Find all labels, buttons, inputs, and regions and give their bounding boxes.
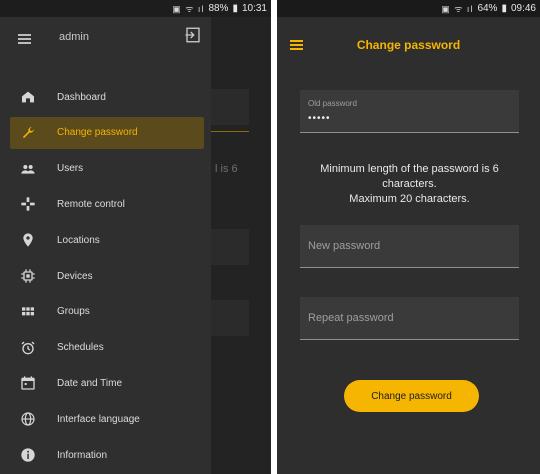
drawer-item-label: Dashboard: [57, 91, 106, 103]
app-bar: Change password: [277, 17, 540, 61]
globe-icon: [8, 411, 48, 427]
status-time: 09:46: [510, 3, 536, 14]
calendar-icon: [8, 375, 48, 391]
info-icon: [8, 447, 48, 463]
logout-icon[interactable]: [184, 26, 202, 44]
drawer-item-change-password[interactable]: Change password: [8, 116, 204, 149]
remote-control-icon: [8, 196, 48, 212]
background-app-dimmed: l is 6: [211, 17, 271, 474]
repeat-password-field[interactable]: Repeat password: [300, 297, 519, 340]
drawer-header: admin: [0, 17, 211, 62]
menu-icon[interactable]: [18, 34, 31, 44]
drawer-item-interface-language[interactable]: Interface language: [10, 403, 204, 435]
home-icon: [8, 89, 48, 105]
change-password-button[interactable]: Change password: [344, 380, 479, 412]
wrench-icon: [8, 125, 48, 141]
drawer-item-label: Information: [57, 449, 108, 461]
new-password-field[interactable]: New password: [300, 225, 519, 268]
drawer-item-users[interactable]: Users: [10, 153, 204, 185]
chip-icon: [8, 268, 48, 284]
background-field: [211, 89, 249, 125]
drawer-item-groups[interactable]: Groups: [10, 296, 204, 328]
drawer-item-label: Devices: [57, 270, 93, 282]
drawer-item-schedules[interactable]: Schedules: [10, 332, 204, 364]
location-pin-icon: [8, 232, 48, 248]
old-password-value: •••••: [308, 113, 331, 124]
password-requirement-line: Minimum length of the password is 6: [320, 163, 499, 175]
status-icons: ▣ ᯤ ıl: [441, 4, 474, 14]
password-requirements: Minimum length of the password is 6 char…: [297, 162, 522, 207]
drawer-item-label: Schedules: [57, 342, 104, 354]
old-password-label: Old password: [308, 99, 357, 108]
password-requirement-line: Maximum 20 characters.: [349, 193, 470, 205]
users-icon: [8, 161, 48, 177]
drawer-item-dashboard[interactable]: Dashboard: [10, 81, 204, 113]
left-phone-screen: ▣ ᯤ ıl 88% ▮ 10:31 l is 6 admin Dashboar…: [0, 0, 271, 474]
navigation-drawer: admin Dashboard Change password Users Remot…: [0, 17, 211, 474]
battery-icon: ▮: [232, 3, 238, 14]
battery-percent: 64%: [477, 3, 498, 14]
drawer-item-label: Date and Time: [57, 377, 123, 389]
drawer-item-information[interactable]: Information: [10, 439, 204, 471]
battery-percent: 88%: [208, 3, 229, 14]
drawer-item-label: Users: [57, 163, 84, 175]
status-time: 10:31: [241, 3, 267, 14]
old-password-field[interactable]: Old password •••••: [300, 90, 519, 133]
drawer-item-date-and-time[interactable]: Date and Time: [10, 367, 204, 399]
status-bar: ▣ ᯤ ıl 88% ▮ 10:31: [0, 0, 271, 17]
page-title: Change password: [356, 38, 461, 52]
drawer-item-label: Interface language: [57, 413, 140, 425]
drawer-item-locations[interactable]: Locations: [10, 224, 204, 256]
status-bar: ▣ ᯤ ıl 64% ▮ 09:46: [277, 0, 540, 17]
drawer-item-devices[interactable]: Devices: [10, 260, 204, 292]
new-password-placeholder: New password: [308, 240, 381, 252]
drawer-item-label: Groups: [57, 306, 90, 318]
background-text: l is 6: [215, 163, 238, 175]
repeat-password-placeholder: Repeat password: [308, 312, 394, 324]
drawer-item-remote-control[interactable]: Remote control: [10, 188, 204, 220]
drawer-username: admin: [59, 31, 89, 43]
right-phone-screen: ▣ ᯤ ıl 64% ▮ 09:46 Change password Old p…: [277, 0, 540, 474]
drawer-item-label: Locations: [57, 234, 100, 246]
status-icons: ▣ ᯤ ıl: [172, 4, 205, 14]
background-field: [211, 300, 249, 336]
background-field: [211, 229, 249, 265]
password-requirement-line: characters.: [382, 178, 437, 190]
drawer-item-label: Change password: [57, 127, 138, 139]
drawer-item-label: Remote control: [57, 198, 125, 210]
alarm-clock-icon: [8, 340, 48, 356]
background-underline: [211, 131, 249, 132]
grid-icon: [8, 304, 48, 320]
battery-icon: ▮: [501, 3, 507, 14]
